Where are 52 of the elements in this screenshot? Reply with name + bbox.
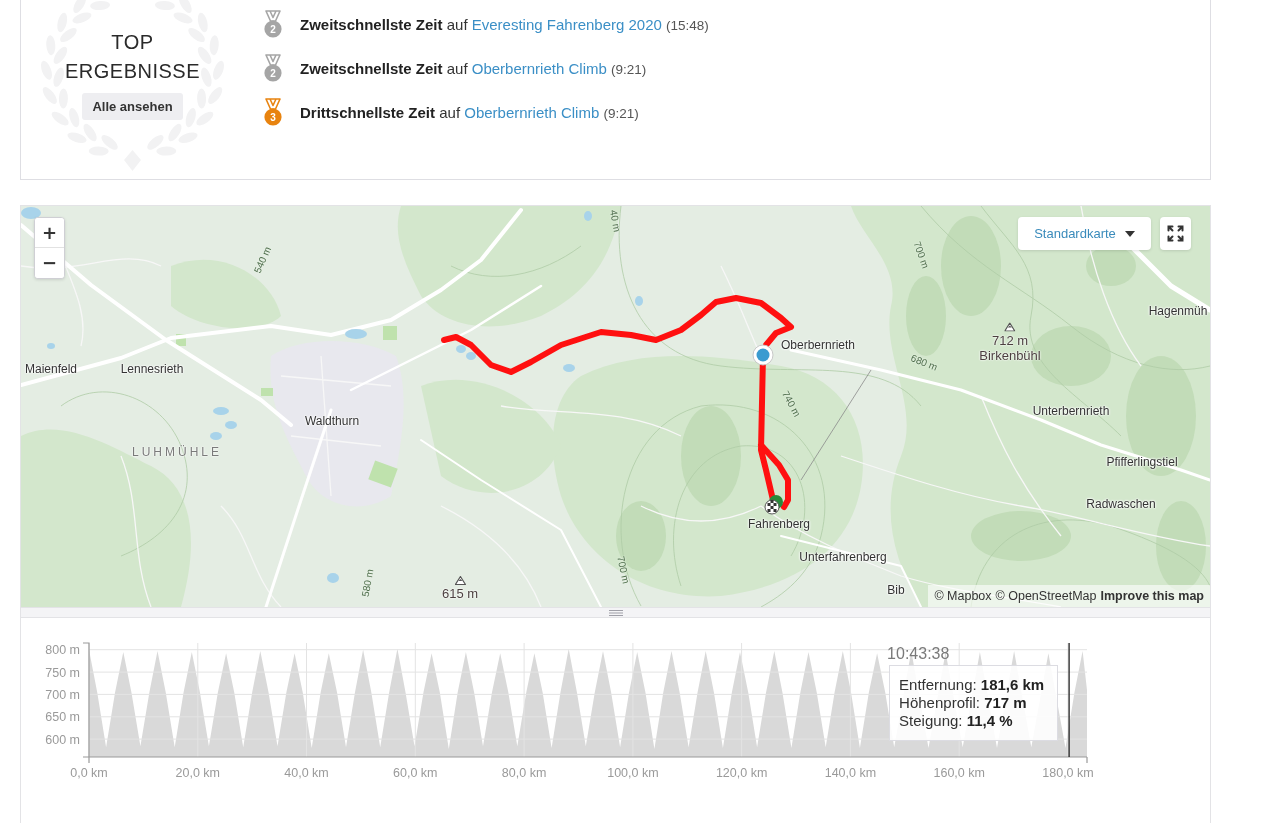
x-axis-label: 80,0 km xyxy=(501,766,547,780)
place-label: Hagenmüh xyxy=(1148,305,1208,317)
drag-handle-icon[interactable] xyxy=(608,609,623,616)
tooltip-row-text: Höhenprofil: 717 m xyxy=(899,694,1028,712)
caret-icon xyxy=(1124,230,1135,237)
contour-label: 740 m xyxy=(780,389,802,419)
x-axis-label: 180,0 km xyxy=(1042,766,1094,780)
x-axis-label: 100,0 km xyxy=(607,766,659,780)
finish-flag-icon xyxy=(764,495,783,515)
achievement-text: Drittschnellste Zeit auf Oberbernrieth Climb (9:21) xyxy=(300,103,639,121)
attribution-link[interactable]: © OpenStreetMap xyxy=(995,589,1097,603)
tooltip-row-text: Entfernung: 181,6 km xyxy=(899,676,1046,694)
y-axis-label: 600 m xyxy=(45,732,80,747)
elevation-label: 615 m xyxy=(441,587,479,600)
elevation-label: 712 m xyxy=(991,333,1029,347)
peak-icon xyxy=(1004,322,1016,332)
start-marker-icon xyxy=(752,344,774,366)
contour-label: 700 m xyxy=(911,240,931,270)
y-axis-label: 700 m xyxy=(45,687,80,702)
place-label: Pfifferlingstiel xyxy=(1106,456,1178,468)
peak-label: Birkenbühl xyxy=(979,348,1041,362)
segment-link[interactable]: Oberbernrieth Climb xyxy=(471,59,607,77)
x-axis-label: 140,0 km xyxy=(824,766,877,780)
attribution-link[interactable]: © Mapbox xyxy=(934,589,992,603)
y-axis-label: 800 m xyxy=(45,643,80,658)
hover-time-label: 10:43:38 xyxy=(887,646,950,662)
segment-link[interactable]: Oberbernrieth Climb xyxy=(464,103,600,121)
tooltip-row-text: Steigung: 11,4 % xyxy=(899,712,1014,730)
x-axis-label: 60,0 km xyxy=(393,766,438,780)
view-all-button[interactable]: Alle ansehen xyxy=(82,93,183,120)
achievement-text: Zweitschnellste Zeit auf Everesting Fahrenberg 2020 (15:48) xyxy=(300,15,709,33)
x-axis-label: 20,0 km xyxy=(175,766,221,780)
segment-link[interactable]: Everesting Fahrenberg 2020 xyxy=(471,15,662,33)
place-label: Unterfahrenberg xyxy=(799,551,887,563)
place-label: Radwaschen xyxy=(1086,498,1156,510)
place-label: Fahrenberg xyxy=(748,518,810,530)
achievement-text: Zweitschnellste Zeit auf Oberbernrieth Climb (9:21) xyxy=(300,59,647,77)
x-axis-label: 160,0 km xyxy=(933,766,985,780)
x-axis-label: 0,0 km xyxy=(70,766,108,780)
y-axis-label: 650 m xyxy=(45,710,80,725)
place-label: Bib xyxy=(887,584,905,596)
place-label: Oberbernrieth xyxy=(781,339,855,351)
place-label: Unterbernrieth xyxy=(1032,405,1110,417)
fullscreen-icon xyxy=(1167,225,1184,242)
top-results-title: TOP ERGEBNISSE xyxy=(63,30,201,84)
fullscreen-button[interactable] xyxy=(1160,217,1191,250)
map-style-dropdown[interactable]: Standardkarte xyxy=(1018,217,1151,250)
improve-map-link[interactable]: Improve this map xyxy=(1100,589,1204,603)
x-axis-label: 120,0 km xyxy=(715,766,768,780)
y-axis-label: 750 m xyxy=(45,665,80,680)
x-axis-label: 40,0 km xyxy=(284,766,329,780)
contour-label: 680 m xyxy=(909,353,939,373)
